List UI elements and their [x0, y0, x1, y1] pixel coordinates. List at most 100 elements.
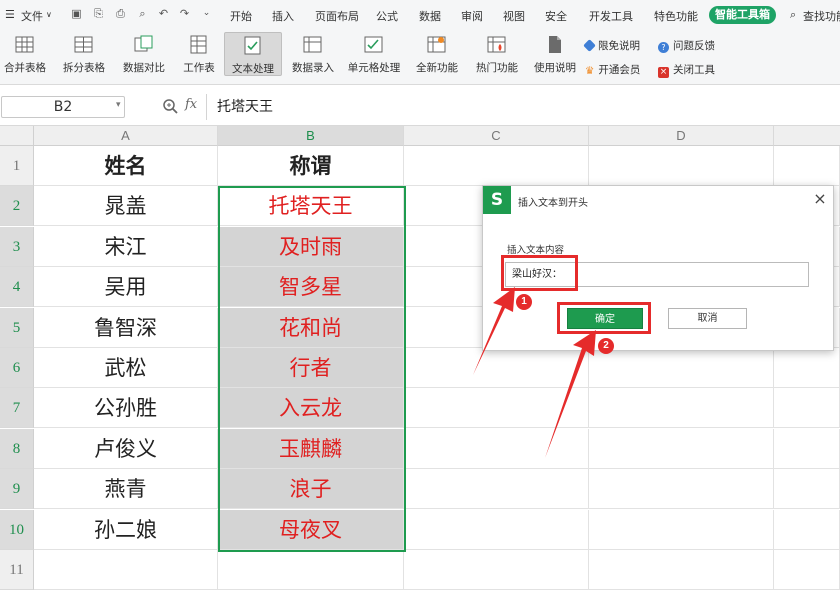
cell-c1[interactable]	[404, 146, 589, 186]
tab-view[interactable]: 视图	[503, 8, 525, 24]
tab-security[interactable]: 安全	[545, 8, 567, 24]
row-header-7[interactable]: 7	[0, 388, 34, 428]
cell-b10[interactable]: 母夜叉	[218, 510, 404, 550]
row-header-2[interactable]: 2	[0, 186, 34, 226]
row-header-1[interactable]: 1	[0, 146, 34, 186]
cell-a7[interactable]: 公孙胜	[34, 388, 218, 428]
column-header-b[interactable]: B	[218, 126, 404, 146]
cell-a1[interactable]: 姓名	[34, 146, 218, 186]
close-tool-link[interactable]: × 关闭工具	[658, 62, 715, 78]
tab-review[interactable]: 审阅	[461, 8, 483, 24]
cell-e9[interactable]	[774, 469, 840, 509]
row-header-6[interactable]: 6	[0, 348, 34, 388]
cell-e8[interactable]	[774, 429, 840, 469]
print-preview-icon[interactable]: ⌕	[136, 7, 149, 20]
file-menu[interactable]: 文件	[21, 8, 43, 24]
cell-a6[interactable]: 武松	[34, 348, 218, 388]
popular-features-button[interactable]: 热门功能	[471, 32, 523, 76]
tab-data[interactable]: 数据	[419, 8, 441, 24]
open-member-link[interactable]: ♛ 开通会员	[585, 62, 640, 77]
column-header-e[interactable]	[774, 126, 840, 146]
tab-start[interactable]: 开始	[230, 8, 252, 24]
tab-features[interactable]: 特色功能	[654, 8, 698, 24]
cell-c10[interactable]	[404, 510, 589, 550]
column-header-c[interactable]: C	[404, 126, 589, 146]
row-header-9[interactable]: 9	[0, 469, 34, 509]
tab-insert[interactable]: 插入	[272, 8, 294, 24]
cell-b1[interactable]: 称谓	[218, 146, 404, 186]
hamburger-icon[interactable]: ☰	[5, 8, 15, 21]
cell-a8[interactable]: 卢俊义	[34, 429, 218, 469]
select-all-corner[interactable]	[0, 126, 34, 146]
zoom-icon[interactable]	[162, 98, 178, 114]
cell-b5[interactable]: 花和尚	[218, 308, 404, 348]
cell-b11[interactable]	[218, 550, 404, 590]
cell-e11[interactable]	[774, 550, 840, 590]
save-icon[interactable]: ▣	[70, 7, 83, 20]
data-entry-button[interactable]: 数据录入	[286, 32, 340, 76]
insert-text-input[interactable]: 梁山好汉：	[505, 262, 809, 287]
cell-d1[interactable]	[589, 146, 774, 186]
row-header-11[interactable]: 11	[0, 550, 34, 590]
cell-a3[interactable]: 宋江	[34, 227, 218, 267]
cell-e10[interactable]	[774, 510, 840, 550]
cell-d10[interactable]	[589, 510, 774, 550]
undo-icon[interactable]: ↶	[157, 7, 170, 20]
cell-b4[interactable]: 智多星	[218, 267, 404, 307]
close-icon[interactable]: ×	[813, 191, 827, 207]
data-compare-button[interactable]: 数据对比	[117, 32, 171, 76]
name-box[interactable]: B2	[1, 96, 125, 118]
tab-formula[interactable]: 公式	[376, 8, 398, 24]
cell-a2[interactable]: 晁盖	[34, 186, 218, 226]
customize-chevron-icon[interactable]: ⌄	[200, 7, 213, 20]
merge-tables-button[interactable]: 合并表格	[0, 32, 50, 76]
new-features-button[interactable]: 全新功能	[413, 32, 461, 76]
split-tables-button[interactable]: 拆分表格	[57, 32, 111, 76]
usage-instructions-button[interactable]: 使用说明	[533, 32, 577, 76]
cell-c7[interactable]	[404, 388, 589, 428]
cell-d9[interactable]	[589, 469, 774, 509]
name-box-dropdown-icon[interactable]: ▾	[116, 100, 121, 110]
row-header-10[interactable]: 10	[0, 510, 34, 550]
row-header-5[interactable]: 5	[0, 308, 34, 348]
cell-c6[interactable]	[404, 348, 589, 388]
chevron-down-icon[interactable]: ∨	[46, 10, 52, 19]
fx-icon[interactable]: fx	[185, 97, 197, 112]
cell-a10[interactable]: 孙二娘	[34, 510, 218, 550]
redo-icon[interactable]: ↷	[178, 7, 191, 20]
formula-input[interactable]: 托塔天王	[206, 94, 840, 120]
tab-developer[interactable]: 开发工具	[589, 8, 633, 24]
export-icon[interactable]: ⎘	[92, 7, 105, 20]
column-header-d[interactable]: D	[589, 126, 774, 146]
cell-d6[interactable]	[589, 348, 774, 388]
row-header-4[interactable]: 4	[0, 267, 34, 307]
cell-e7[interactable]	[774, 388, 840, 428]
cell-a5[interactable]: 鲁智深	[34, 308, 218, 348]
feedback-link[interactable]: ? 问题反馈	[658, 38, 715, 53]
limit-free-link[interactable]: 限免说明	[583, 38, 640, 53]
search-function[interactable]: 查找功能	[803, 8, 840, 24]
cell-e6[interactable]	[774, 348, 840, 388]
cell-b9[interactable]: 浪子	[218, 469, 404, 509]
cell-d11[interactable]	[589, 550, 774, 590]
cell-b7[interactable]: 入云龙	[218, 388, 404, 428]
cell-a11[interactable]	[34, 550, 218, 590]
cell-c9[interactable]	[404, 469, 589, 509]
ok-button[interactable]: 确定	[567, 308, 643, 329]
cell-processing-button[interactable]: 单元格处理	[344, 32, 404, 76]
column-header-a[interactable]: A	[34, 126, 218, 146]
worksheet-button[interactable]: 工作表	[178, 32, 220, 76]
cancel-button[interactable]: 取消	[668, 308, 747, 329]
dialog-titlebar[interactable]: S 插入文本到开头 ×	[483, 186, 833, 214]
cell-c8[interactable]	[404, 429, 589, 469]
cell-b6[interactable]: 行者	[218, 348, 404, 388]
cell-b2[interactable]: 托塔天王	[218, 186, 404, 226]
cell-d7[interactable]	[589, 388, 774, 428]
search-icon[interactable]: ⌕	[790, 8, 796, 22]
cell-a9[interactable]: 燕青	[34, 469, 218, 509]
row-header-3[interactable]: 3	[0, 227, 34, 267]
text-processing-button[interactable]: 文本处理	[224, 32, 282, 76]
cell-d8[interactable]	[589, 429, 774, 469]
cell-a4[interactable]: 吴用	[34, 267, 218, 307]
tab-page-layout[interactable]: 页面布局	[315, 8, 359, 24]
